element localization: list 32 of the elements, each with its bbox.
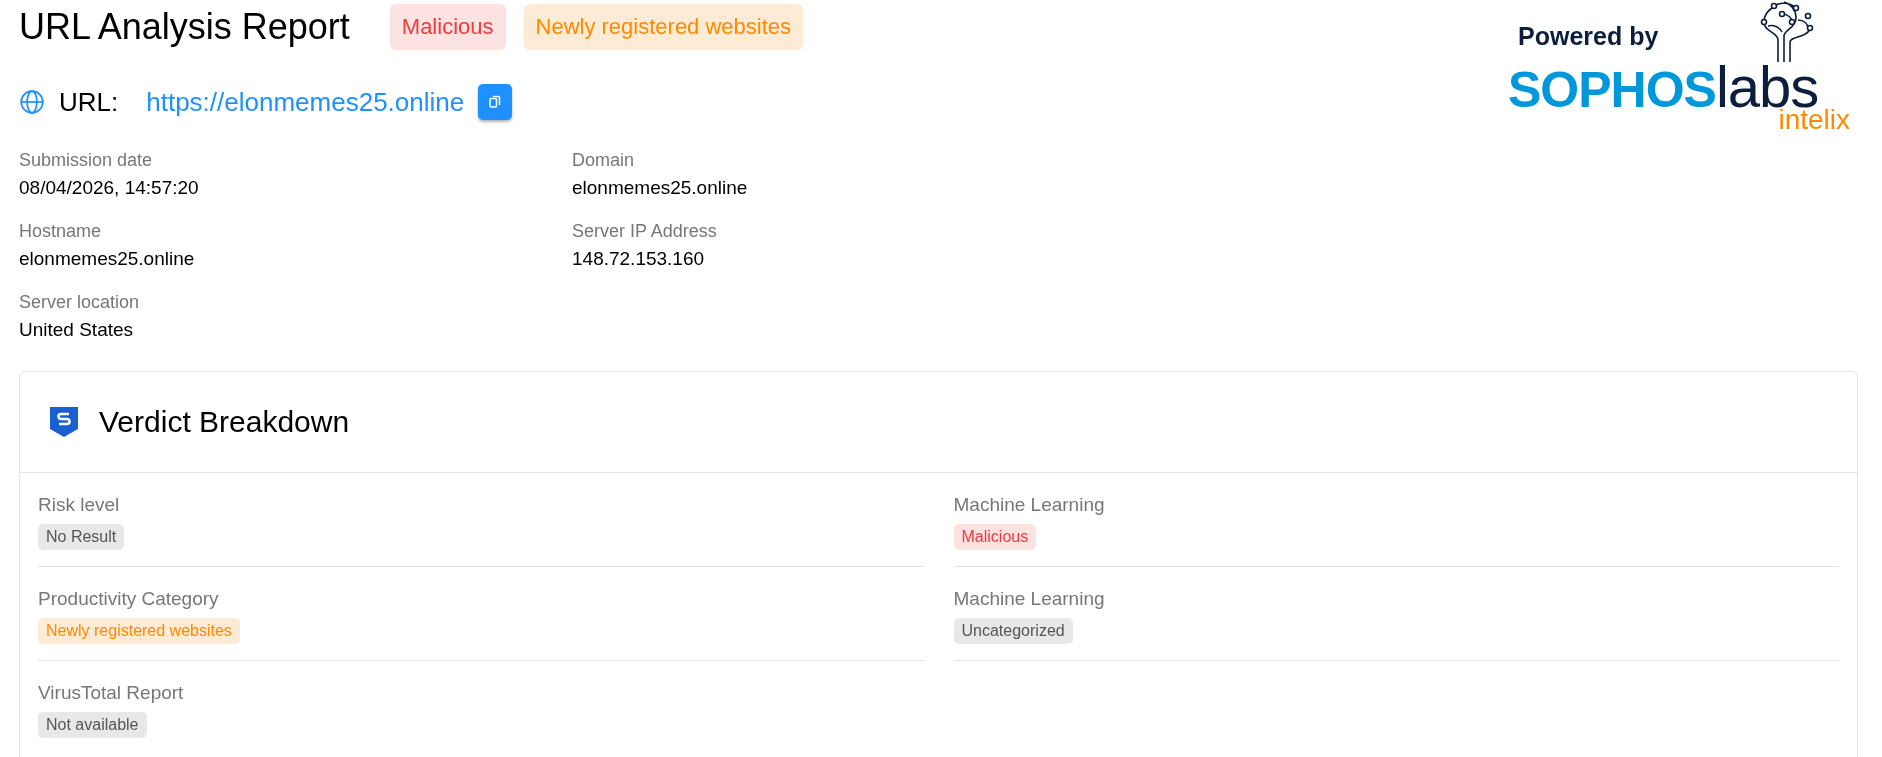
brand-name: SOPHOS [1508,61,1716,119]
verdict-label: Machine Learning [953,588,1105,610]
status-badge: Newly registered websites [523,4,804,50]
verdict-tag: Uncategorized [953,618,1073,644]
detail-label: Server location [19,292,141,313]
shield-icon [49,406,79,438]
verdict-label: Productivity Category [38,588,219,610]
url-link[interactable]: https://elonmemes25.online [146,86,465,118]
verdict-tag: Malicious [953,524,1037,550]
verdict-tag: No Result [38,524,125,550]
verdict-label: VirusTotal Report [38,682,184,704]
detail-value: elonmemes25.online [19,248,196,270]
verdict-label: Machine Learning [953,494,1105,516]
detail-value: elonmemes25.online [572,177,749,199]
powered-by-text: Powered by [1518,22,1660,51]
verdict-label: Risk level [38,494,120,516]
detail-label: Domain [572,150,636,171]
detail-value: United States [19,319,135,341]
status-badge: Malicious [389,4,506,50]
globe-icon [19,89,45,115]
verdict-tag: Newly registered websites [38,618,240,644]
detail-label: Submission date [19,150,154,171]
copy-icon [488,95,503,109]
verdict-tag: Not available [38,712,147,738]
copy-button[interactable] [478,84,513,120]
detail-label: Server IP Address [572,221,718,242]
detail-value: 148.72.153.160 [572,248,706,270]
url-label: URL: [59,86,119,118]
detail-value: 08/04/2026, 14:57:20 [19,177,200,199]
page-title: URL Analysis Report [19,6,350,48]
detail-label: Hostname [19,221,103,242]
card-title: Verdict Breakdown [99,405,350,439]
